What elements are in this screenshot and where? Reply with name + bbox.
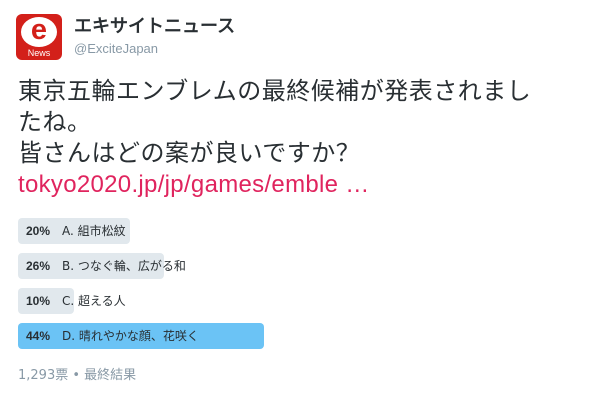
poll-percent: 44% [26,329,51,343]
poll-option-d: 44% D. 晴れやかな顔、花咲く [18,323,438,349]
poll-choice-text: D. 晴れやかな顔、花咲く [62,329,199,343]
tweet-header: e News エキサイトニュース @ExciteJapan [16,14,235,64]
poll: 20% A. 組市松紋 26% B. つなぐ輪、広がる和 10% C. 超える人… [18,218,438,358]
account-names: エキサイトニュース @ExciteJapan [74,16,235,58]
account-handle[interactable]: @ExciteJapan [74,40,235,58]
display-name[interactable]: エキサイトニュース [74,16,235,38]
poll-option-b: 26% B. つなぐ輪、広がる和 [18,253,438,279]
poll-option-label: 26% B. つなぐ輪、広がる和 [26,253,186,279]
poll-choice-text: B. つなぐ輪、広がる和 [62,259,186,273]
tweet-text-line-1: 東京五輪エンブレムの最終候補が発表されまし [18,77,532,105]
poll-percent: 26% [26,259,51,273]
poll-percent: 20% [26,224,51,238]
poll-percent: 10% [26,294,51,308]
logo-subtext: News [27,48,51,58]
tweet-card: e News エキサイトニュース @ExciteJapan 東京五輪エンブレムの… [0,0,599,400]
poll-option-label: 10% C. 超える人 [26,288,126,314]
tweet-text-line-3: 皆さんはどの案が良いですか？ [18,139,361,167]
tweet-text: 東京五輪エンブレムの最終候補が発表されまし たね。 皆さんはどの案が良いですか？… [18,76,588,200]
poll-choice-text: C. 超える人 [62,294,126,308]
tweet-text-line-2: たね。 [18,108,92,136]
poll-option-label: 44% D. 晴れやかな顔、花咲く [26,323,199,349]
poll-option-a: 20% A. 組市松紋 [18,218,438,244]
avatar[interactable]: e News [16,14,62,60]
tweet-link[interactable]: tokyo2020.jp/jp/games/emble … [18,171,370,198]
poll-option-c: 10% C. 超える人 [18,288,438,314]
poll-option-label: 20% A. 組市松紋 [26,218,126,244]
poll-footer: 1,293票 • 最終結果 [18,368,137,383]
poll-choice-text: A. 組市松紋 [62,224,126,238]
logo-letter: e [30,14,48,46]
